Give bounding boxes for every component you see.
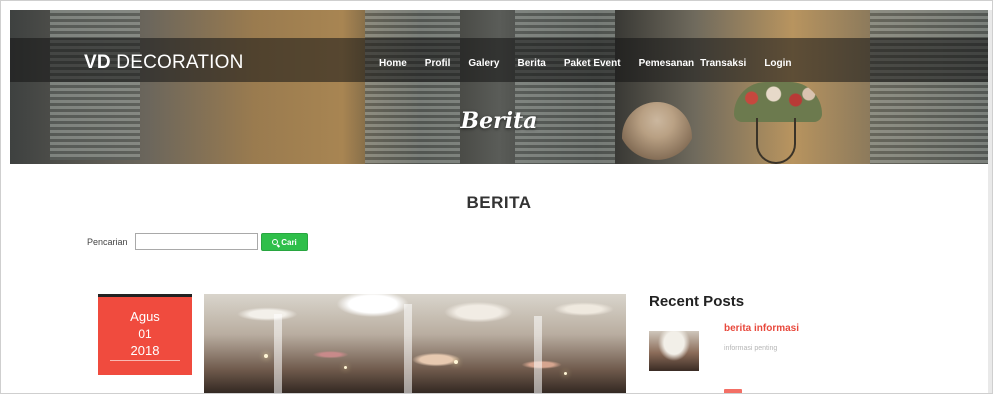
hero-title: Berita xyxy=(460,108,538,134)
post-image-detail xyxy=(564,372,567,375)
window-blinds-left xyxy=(50,10,140,160)
recent-post-thumbnail[interactable] xyxy=(649,331,699,371)
nav-profil[interactable]: Profil xyxy=(425,58,451,69)
post-image-detail xyxy=(274,314,282,393)
recent-post-link-partial[interactable] xyxy=(724,389,742,393)
post-image-detail xyxy=(264,354,268,358)
post-image[interactable] xyxy=(204,294,626,393)
nav-galery[interactable]: Galery xyxy=(468,58,499,69)
search-icon xyxy=(272,239,279,245)
post-image-detail xyxy=(454,360,458,364)
post-date-day: 01 xyxy=(138,327,152,341)
search-input[interactable] xyxy=(135,233,258,250)
nav-transaksi[interactable]: Transaksi xyxy=(700,58,746,69)
search-button[interactable]: Cari xyxy=(261,233,308,251)
post-image-detail xyxy=(344,366,347,369)
browser-viewport: VD DECORATION Home Profil Galery Berita … xyxy=(0,0,993,394)
page-title: BERITA xyxy=(466,193,532,212)
window-blinds-right xyxy=(870,10,988,164)
window-blinds-center xyxy=(515,10,615,164)
post-date-year: 2018 xyxy=(110,343,180,361)
page-scrollbar[interactable] xyxy=(988,10,992,393)
post-image-detail xyxy=(404,304,412,393)
search-button-label: Cari xyxy=(281,237,297,247)
post-image-detail xyxy=(534,316,542,393)
site-logo[interactable]: VD DECORATION xyxy=(84,52,244,74)
nav-login[interactable]: Login xyxy=(764,58,791,69)
nav-home[interactable]: Home xyxy=(379,58,407,69)
nav-berita[interactable]: Berita xyxy=(518,58,546,69)
search-label: Pencarian xyxy=(87,237,128,247)
post-date-month: Agus xyxy=(130,309,160,324)
window-blinds-center-left xyxy=(365,10,460,164)
recent-posts-title: Recent Posts xyxy=(649,293,745,310)
recent-post-link[interactable]: berita informasi xyxy=(724,323,799,334)
nav-paket-event[interactable]: Paket Event xyxy=(564,58,621,69)
nav-pemesanan[interactable]: Pemesanan xyxy=(639,58,695,69)
main-nav: Home Profil Galery Berita Paket Event Pe… xyxy=(379,58,810,69)
recent-post-subtitle: informasi penting xyxy=(724,345,778,352)
post-date-badge: Agus 01 2018 xyxy=(98,294,192,375)
hero-banner: VD DECORATION Home Profil Galery Berita … xyxy=(10,10,988,164)
